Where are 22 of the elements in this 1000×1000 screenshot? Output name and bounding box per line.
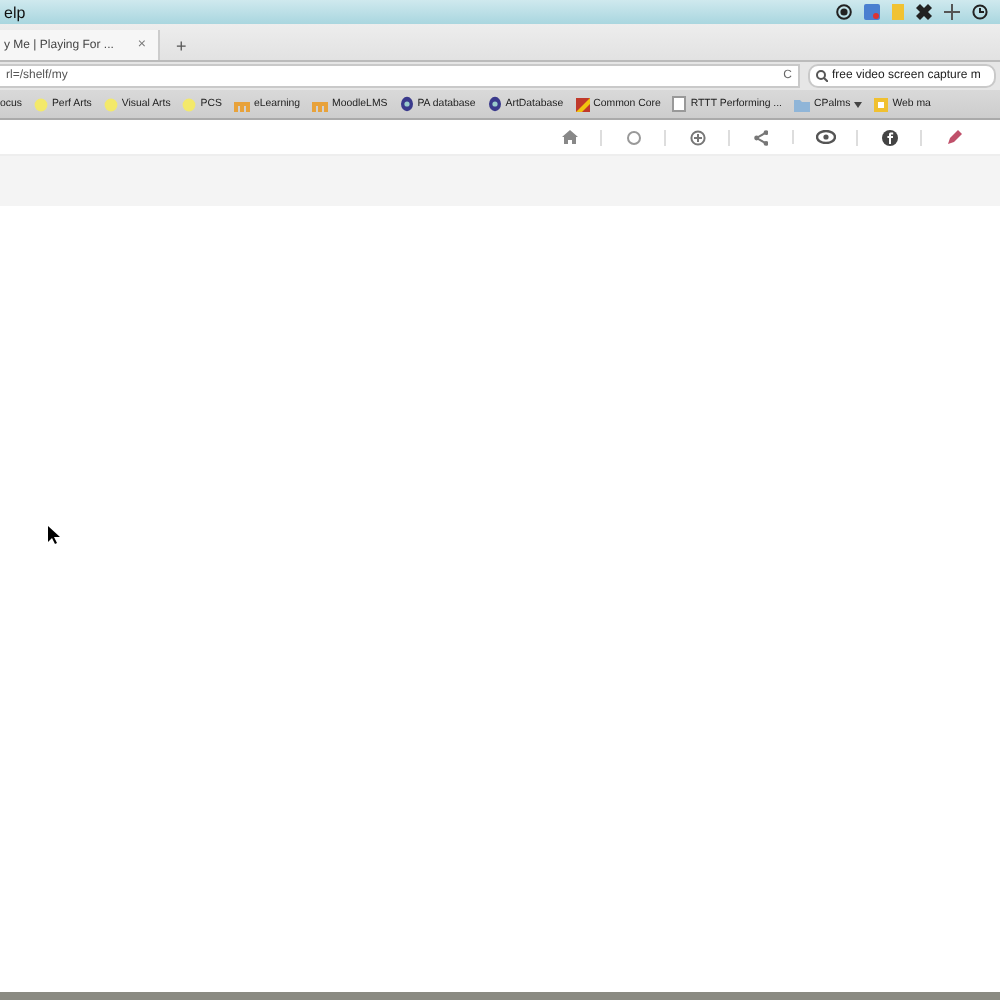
record-icon[interactable] [836, 4, 852, 20]
folder-icon [794, 97, 811, 111]
page-icon [672, 96, 687, 112]
circle-icon [103, 97, 118, 111]
search-icon [816, 70, 828, 82]
pencil-icon[interactable] [945, 129, 961, 145]
new-tab-button[interactable]: + [172, 36, 191, 56]
circle-icon [33, 97, 48, 111]
web-icon [874, 97, 889, 111]
menu-item[interactable]: elp [4, 3, 26, 21]
plus-circle-icon[interactable] [689, 129, 705, 145]
database-icon [399, 96, 414, 112]
eye-icon[interactable] [815, 130, 835, 144]
cursor-icon [48, 526, 60, 544]
share-icon[interactable] [754, 129, 768, 145]
move-icon[interactable] [944, 4, 960, 20]
circle-icon [182, 97, 197, 111]
home-icon[interactable] [561, 130, 577, 144]
database-icon [487, 96, 502, 112]
colorful-square-icon [575, 97, 590, 111]
facebook-icon[interactable] [881, 129, 897, 145]
clock-icon[interactable] [972, 4, 988, 20]
